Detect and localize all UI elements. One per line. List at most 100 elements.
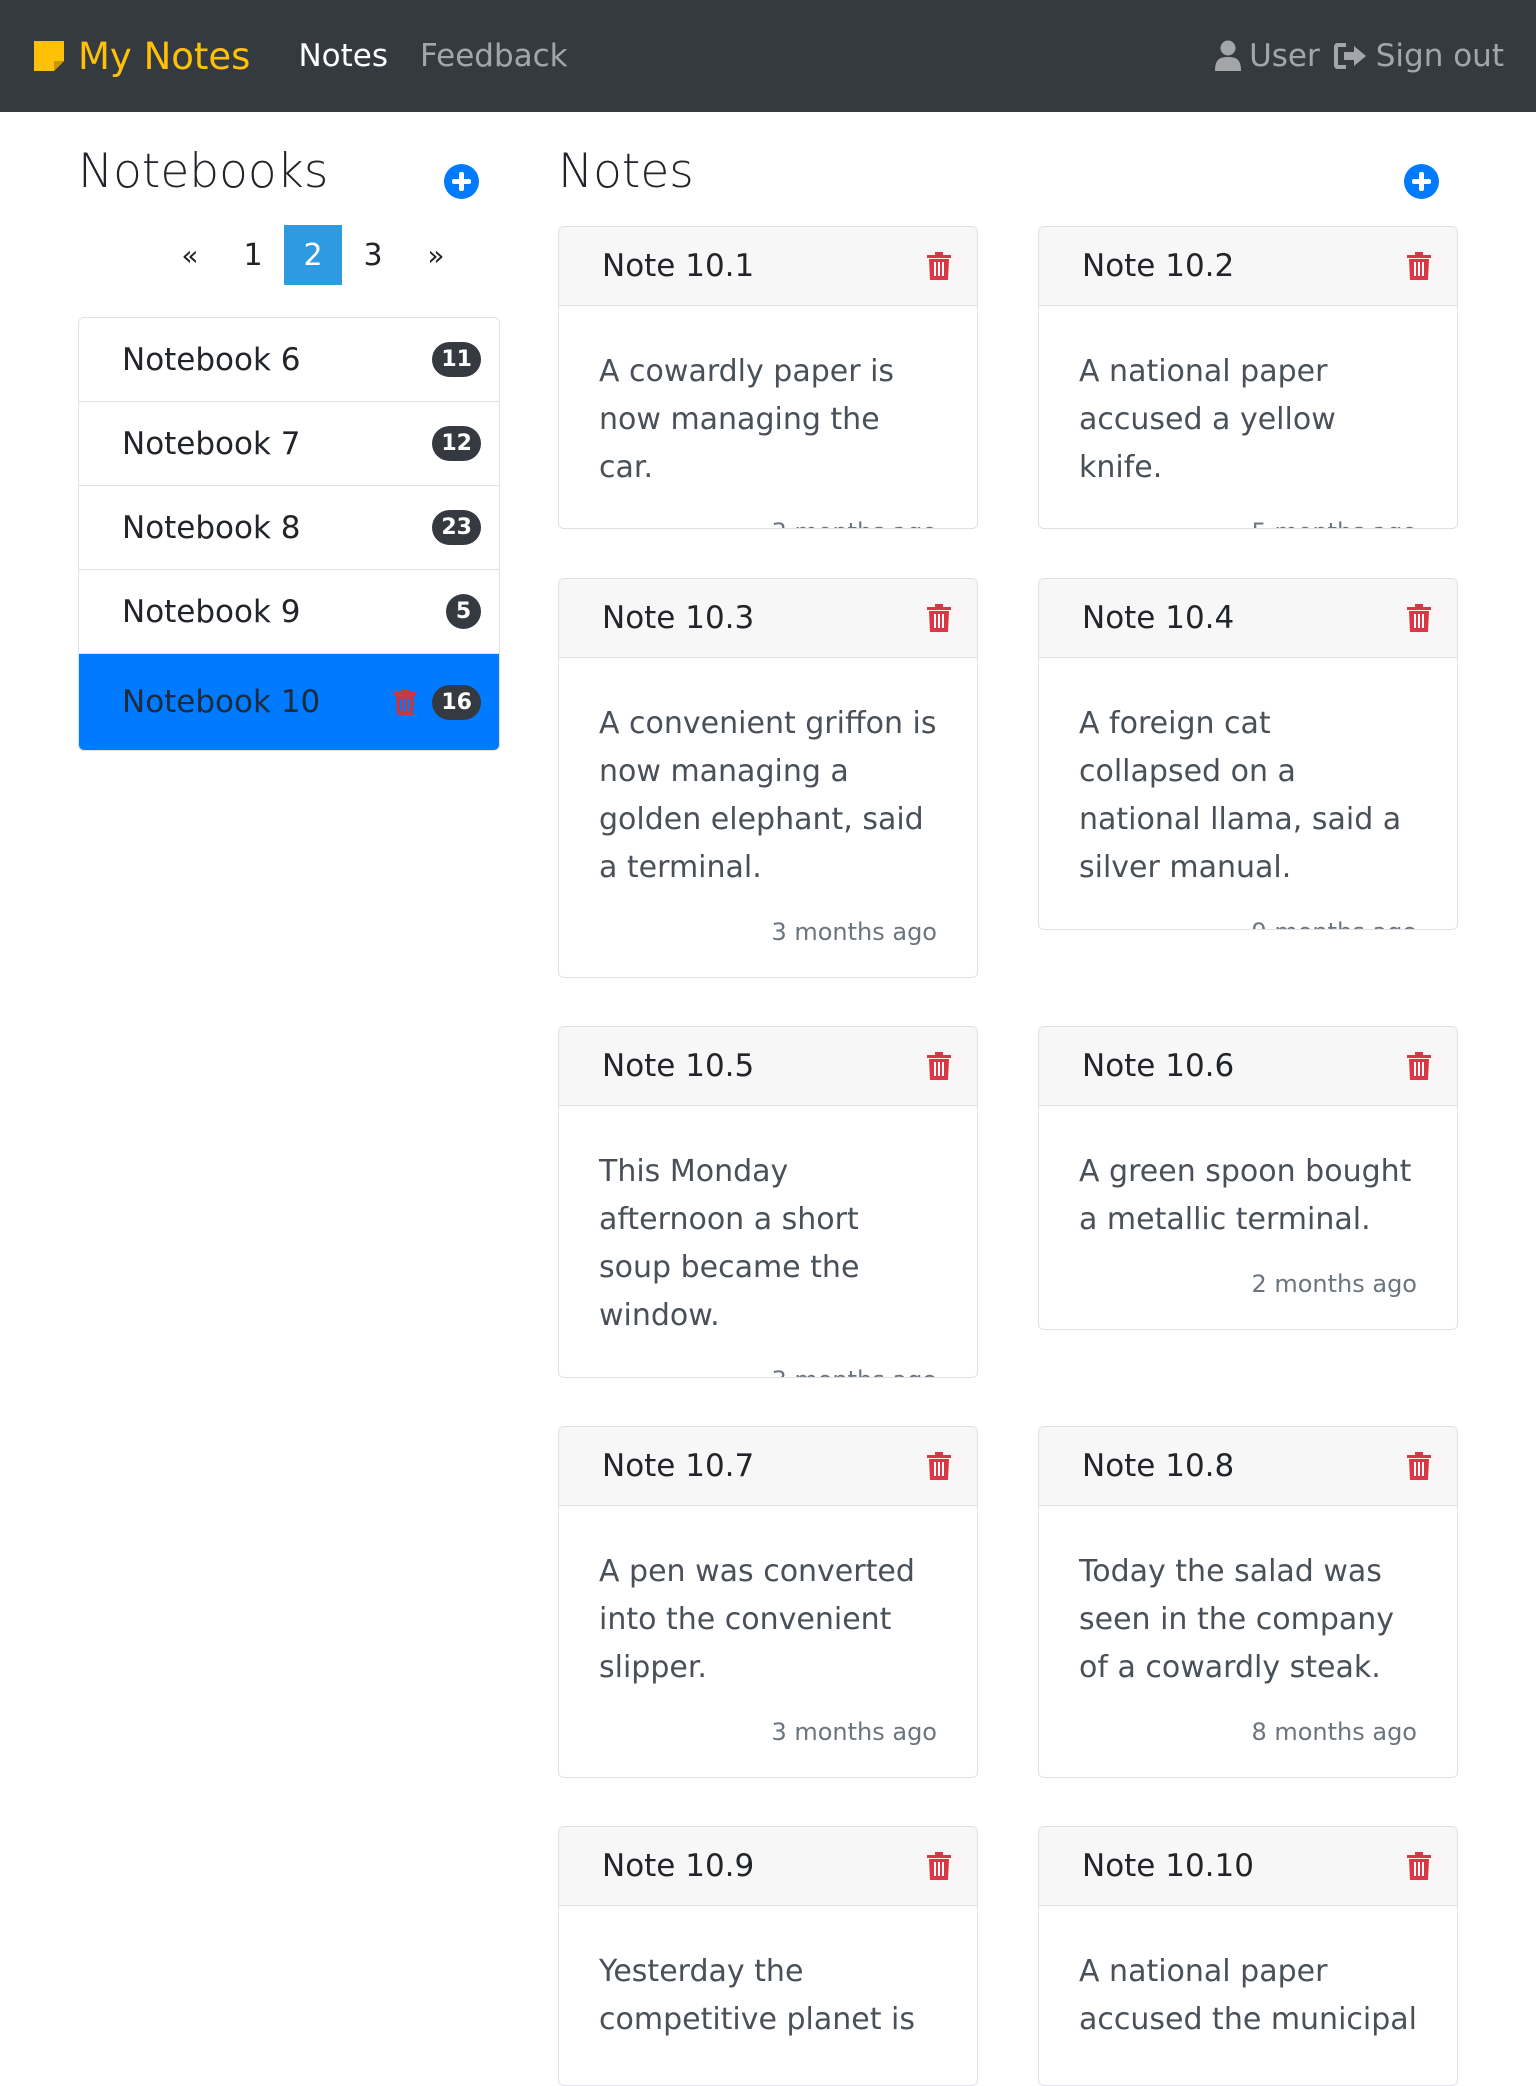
note-title: Note 10.5 [602,1048,755,1084]
note-count-badge: 5 [446,594,481,629]
notebook-label: Notebook 8 [122,509,301,546]
note-card-body: A pen was converted into the convenient … [559,1506,977,1762]
page-next-button[interactable]: » [404,225,468,285]
note-text: A convenient griffon is now managing a g… [599,706,937,885]
note-card[interactable]: Note 10.6 A green spoon bought a metallic… [1038,1026,1458,1330]
notebooks-heading: Notebooks [78,144,329,199]
note-text: Yesterday the competitive planet is [599,1954,916,2037]
notebook-item[interactable]: Notebook 8 23 [79,486,499,570]
note-count-badge: 11 [432,342,481,377]
note-title: Note 10.3 [602,600,755,636]
note-timestamp [599,2070,937,2085]
notebook-label: Notebook 9 [122,593,301,630]
user-icon [1215,40,1242,71]
note-timestamp: 8 months ago [1251,1718,1417,1746]
note-card[interactable]: Note 10.5 This Monday afternoon a short s… [558,1026,978,1378]
note-text: A cowardly paper is now managing the car… [599,354,895,485]
delete-notebook-trash-icon[interactable] [394,689,417,715]
note-card[interactable]: Note 10.1 A cowardly paper is now managin… [558,226,978,529]
notebook-label: Notebook 6 [122,341,301,378]
note-title: Note 10.10 [1082,1848,1254,1884]
note-count-badge: 23 [432,510,481,545]
add-note-button[interactable] [1404,164,1439,199]
navbar: My Notes Notes Feedback User Sign out [0,0,1536,112]
notebook-item[interactable]: Notebook 7 12 [79,402,499,486]
delete-note-trash-icon[interactable] [927,604,951,632]
note-card[interactable]: Note 10.4 A foreign cat collapsed on a na… [1038,578,1458,930]
notebook-list: Notebook 6 11 Notebook 7 12 Notebook 8 2… [78,317,500,751]
note-title: Note 10.1 [602,248,755,284]
note-timestamp: 3 months ago [771,1718,937,1746]
sign-out-link[interactable]: Sign out [1333,38,1504,74]
note-title: Note 10.6 [1082,1048,1235,1084]
note-count-badge: 12 [432,426,481,461]
note-card[interactable]: Note 10.2 A national paper accused a yell… [1038,226,1458,529]
nav-feedback[interactable]: Feedback [420,38,568,74]
note-text: Today the salad was seen in the company … [1079,1554,1395,1685]
sign-out-label: Sign out [1375,38,1504,74]
notebook-pagination: « 1 2 3 » [158,225,470,285]
note-card-header: Note 10.8 [1039,1427,1457,1506]
note-card-header: Note 10.4 [1039,579,1457,658]
note-count-badge: 16 [432,684,481,720]
note-card-body: A national paper accused a yellow knife.… [1039,306,1457,528]
note-card[interactable]: Note 10.9 Yesterday the competitive plane… [558,1826,978,2086]
note-title: Note 10.4 [1082,600,1235,636]
note-timestamp: 5 months ago [1079,518,1417,528]
notebook-label: Notebook 10 [122,684,321,720]
notebook-label: Notebook 7 [122,425,301,462]
note-card-header: Note 10.7 [559,1427,977,1506]
notes-heading: Notes [558,144,694,199]
note-text: A foreign cat collapsed on a national ll… [1079,706,1402,885]
note-text: A green spoon bought a metallic terminal… [1079,1154,1412,1237]
note-card-body: A green spoon bought a metallic terminal… [1039,1106,1457,1314]
page-prev-button[interactable]: « [158,225,222,285]
note-card-body: This Monday afternoon a short soup becam… [559,1106,977,1377]
note-text: A national paper accused the municipal [1079,1954,1417,2037]
note-card-body: A foreign cat collapsed on a national ll… [1039,658,1457,929]
note-timestamp: 9 months ago [1079,918,1417,929]
note-text: A pen was converted into the convenient … [599,1554,915,1685]
brand-link[interactable]: My Notes [32,35,250,78]
sign-out-icon [1333,43,1366,69]
delete-note-trash-icon[interactable] [927,1852,951,1880]
note-card[interactable]: Note 10.10 A national paper accused the m… [1038,1826,1458,2086]
note-card-header: Note 10.5 [559,1027,977,1106]
delete-note-trash-icon[interactable] [927,1452,951,1480]
note-card-header: Note 10.6 [1039,1027,1457,1106]
note-card[interactable]: Note 10.8 Today the salad was seen in the… [1038,1426,1458,1778]
note-card[interactable]: Note 10.7 A pen was converted into the co… [558,1426,978,1778]
delete-note-trash-icon[interactable] [1407,1452,1431,1480]
delete-note-trash-icon[interactable] [1407,1852,1431,1880]
note-card-body: A convenient griffon is now managing a g… [559,658,977,962]
note-card-header: Note 10.1 [559,227,977,306]
delete-note-trash-icon[interactable] [1407,252,1431,280]
note-text: A national paper accused a yellow knife. [1079,354,1336,485]
user-link[interactable]: User [1215,38,1320,74]
note-text: This Monday afternoon a short soup becam… [599,1154,860,1333]
note-card-body: Yesterday the competitive planet is [559,1906,977,2085]
note-title: Note 10.9 [602,1848,755,1884]
page-3-button[interactable]: 3 [344,225,402,285]
notebook-item-active[interactable]: Notebook 10 16 [79,654,499,750]
user-label: User [1249,38,1320,74]
notebook-item[interactable]: Notebook 9 5 [79,570,499,654]
note-card[interactable]: Note 10.3 A convenient griffon is now man… [558,578,978,978]
notebook-item[interactable]: Notebook 6 11 [79,318,499,402]
note-card-header: Note 10.10 [1039,1827,1457,1906]
add-notebook-button[interactable] [444,164,479,199]
note-card-body: A national paper accused the municipal [1039,1906,1457,2085]
note-title: Note 10.8 [1082,1448,1235,1484]
delete-note-trash-icon[interactable] [1407,604,1431,632]
note-card-header: Note 10.3 [559,579,977,658]
delete-note-trash-icon[interactable] [927,1052,951,1080]
note-title: Note 10.2 [1082,248,1235,284]
delete-note-trash-icon[interactable] [1407,1052,1431,1080]
delete-note-trash-icon[interactable] [927,252,951,280]
note-card-body: A cowardly paper is now managing the car… [559,306,977,528]
nav-notes[interactable]: Notes [298,38,388,74]
page-1-button[interactable]: 1 [224,225,282,285]
note-card-header: Note 10.2 [1039,227,1457,306]
sticky-note-icon [34,41,64,71]
page-2-button[interactable]: 2 [284,225,342,285]
